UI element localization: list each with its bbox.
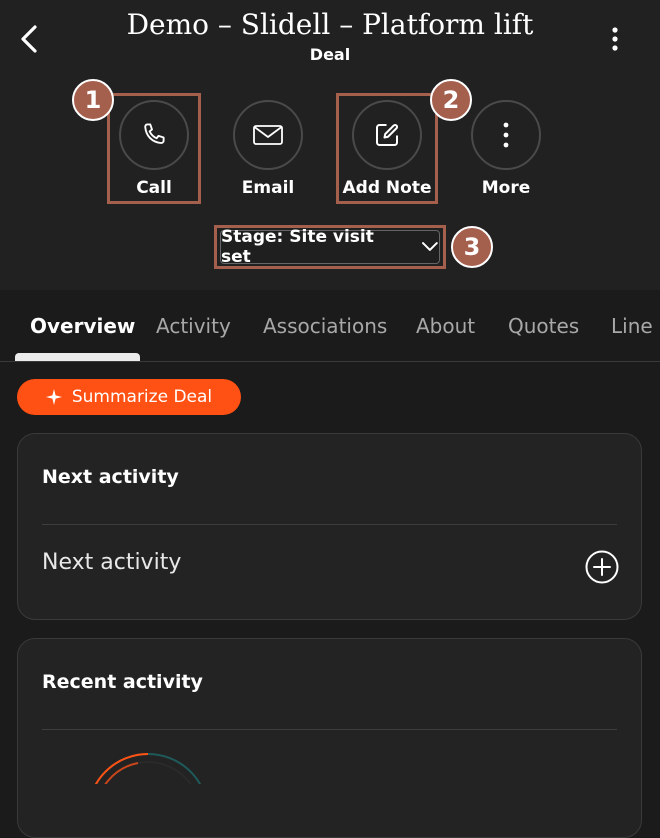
annotation-badge-1: 1 [72,79,114,121]
active-tab-indicator [15,353,140,361]
recent-activity-title: Recent activity [42,671,203,693]
sparkle-icon [45,389,62,405]
overflow-menu-button[interactable] [600,20,630,58]
annotation-badge-2: 2 [430,79,472,121]
plus-circle-icon [585,550,619,584]
next-activity-title: Next activity [42,466,179,488]
email-icon-circle [233,100,303,170]
next-activity-row-label: Next activity [42,550,182,575]
annotation-badge-3: 3 [451,226,493,268]
tab-quotes[interactable]: Quotes [508,314,579,338]
recent-activity-card: Recent activity [17,638,642,838]
tab-associations[interactable]: Associations [263,314,387,338]
deal-header: Demo – Slidell – Platform lift Deal Call… [0,0,660,290]
next-activity-card: Next activity Next activity [17,433,642,620]
page-subtitle: Deal [309,45,351,64]
more-label: More [481,178,531,198]
tab-bar: Overview Activity Associations About Quo… [0,300,660,362]
card-divider [42,524,617,525]
back-button[interactable] [14,20,46,58]
annotation-box-call [107,93,201,204]
tab-activity[interactable]: Activity [156,314,231,338]
card-divider [42,729,617,730]
annotation-box-add-note [336,93,438,204]
mail-icon [253,125,283,145]
email-button[interactable]: Email [208,100,328,198]
tab-line[interactable]: Line [611,314,653,338]
annotation-box-stage [214,225,446,269]
summarize-deal-button[interactable]: Summarize Deal [17,379,241,415]
chevron-left-icon [21,25,37,53]
tab-overview[interactable]: Overview [30,314,135,338]
add-activity-button[interactable] [585,550,619,584]
email-label: Email [241,178,295,198]
summarize-deal-label: Summarize Deal [71,387,213,407]
more-icon-circle [471,100,541,170]
more-vertical-icon [612,27,618,51]
loading-spinner-icon [78,744,218,784]
more-vertical-icon [503,122,509,148]
tab-about[interactable]: About [416,314,475,338]
page-title: Demo – Slidell – Platform lift [126,8,534,41]
